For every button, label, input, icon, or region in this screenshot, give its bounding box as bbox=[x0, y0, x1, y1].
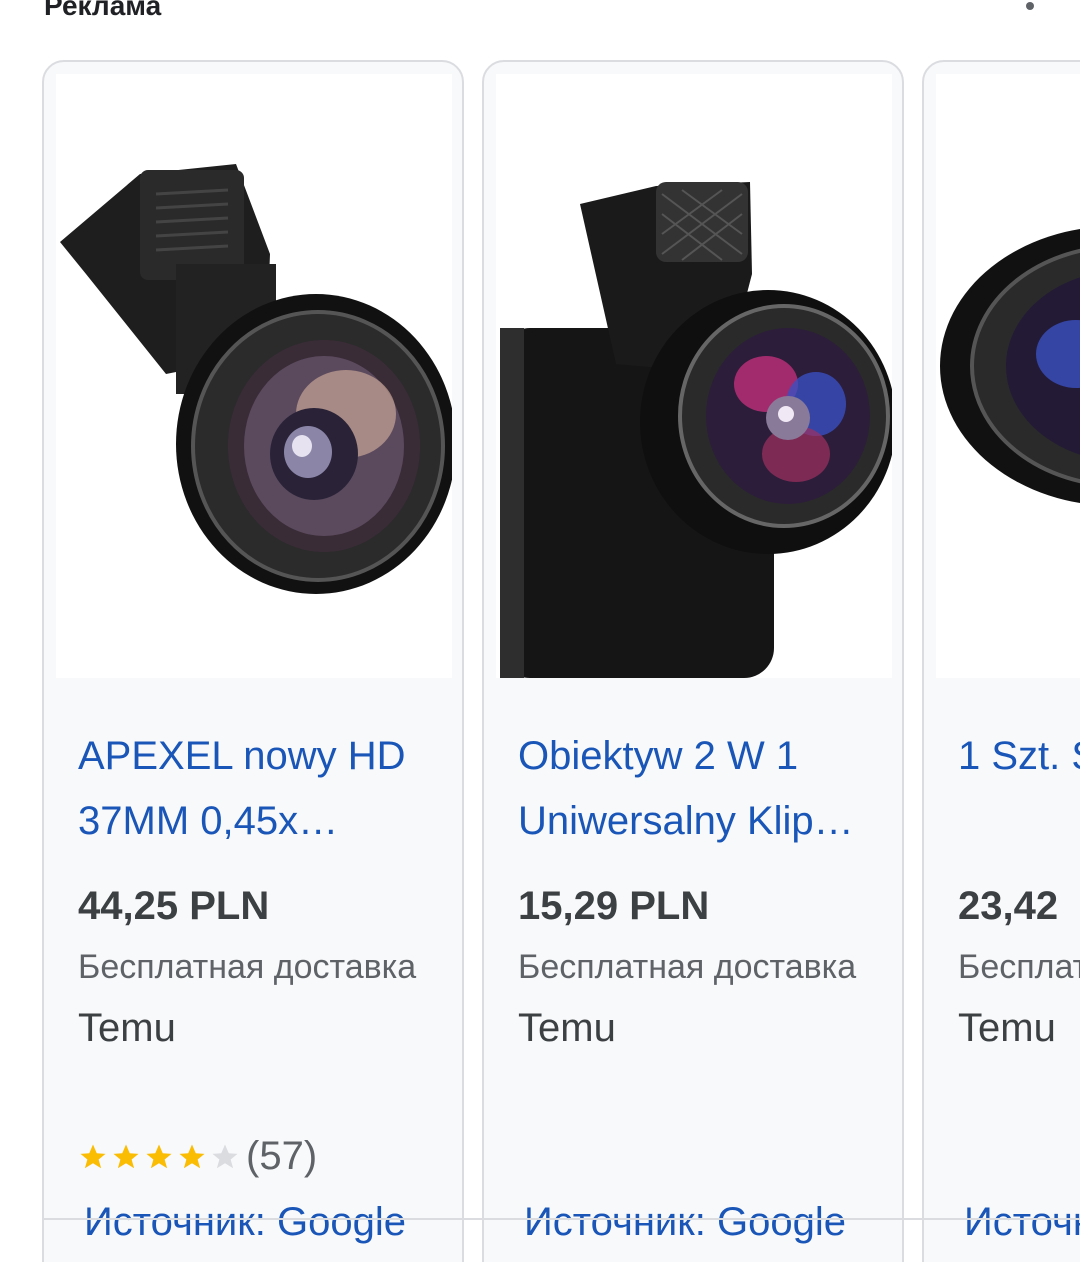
product-carousel[interactable]: APEXEL nowy HD 37MM 0,45x… 44,25 PLN Бес… bbox=[0, 0, 1080, 1262]
product-price: 15,29 PLN bbox=[518, 884, 710, 928]
product-card[interactable]: Obiektyw 2 W 1 Uniwersalny Klip… 15,29 P… bbox=[482, 60, 904, 1262]
star-filled-icon bbox=[146, 1144, 172, 1168]
product-image[interactable] bbox=[496, 74, 892, 678]
seller-name: Temu bbox=[518, 1006, 616, 1050]
source-link[interactable]: Источник: Google bbox=[84, 1200, 444, 1245]
seller-name: Temu bbox=[78, 1006, 176, 1050]
next-row-fragment bbox=[956, 1246, 996, 1262]
next-row-fragment bbox=[516, 1246, 556, 1262]
product-title[interactable]: Obiektyw 2 W 1 Uniwersalny Klip… bbox=[518, 724, 878, 854]
star-filled-icon bbox=[80, 1144, 106, 1168]
star-filled-icon bbox=[179, 1144, 205, 1168]
product-title[interactable]: 1 Szt. Szerokokątny bbox=[958, 724, 1080, 789]
shipping-info: Бесплатная доставка bbox=[958, 948, 1080, 986]
rating-stars bbox=[78, 1142, 240, 1172]
star-empty-icon bbox=[212, 1144, 238, 1168]
seller-name: Temu bbox=[958, 1006, 1056, 1050]
product-price: 44,25 PLN bbox=[78, 884, 270, 928]
rating-count: (57) bbox=[246, 1134, 318, 1178]
product-title[interactable]: APEXEL nowy HD 37MM 0,45x… bbox=[78, 724, 438, 854]
star-filled-icon bbox=[113, 1144, 139, 1168]
product-rating: (57) bbox=[78, 1134, 317, 1179]
source-link[interactable]: Источник: Google bbox=[524, 1200, 884, 1245]
section-divider bbox=[42, 1218, 1080, 1220]
next-row-fragment bbox=[76, 1246, 116, 1262]
product-price: 23,42 bbox=[958, 884, 1059, 928]
product-card[interactable]: APEXEL nowy HD 37MM 0,45x… 44,25 PLN Бес… bbox=[42, 60, 464, 1262]
shipping-info: Бесплатная доставка bbox=[78, 948, 417, 986]
product-card[interactable]: 1 Szt. Szerokokątny 23,42 Бесплатная дос… bbox=[922, 60, 1080, 1262]
shipping-info: Бесплатная доставка bbox=[518, 948, 857, 986]
source-link[interactable]: Источник: Google bbox=[964, 1200, 1080, 1245]
product-image[interactable] bbox=[56, 74, 452, 678]
product-image[interactable] bbox=[936, 74, 1080, 678]
